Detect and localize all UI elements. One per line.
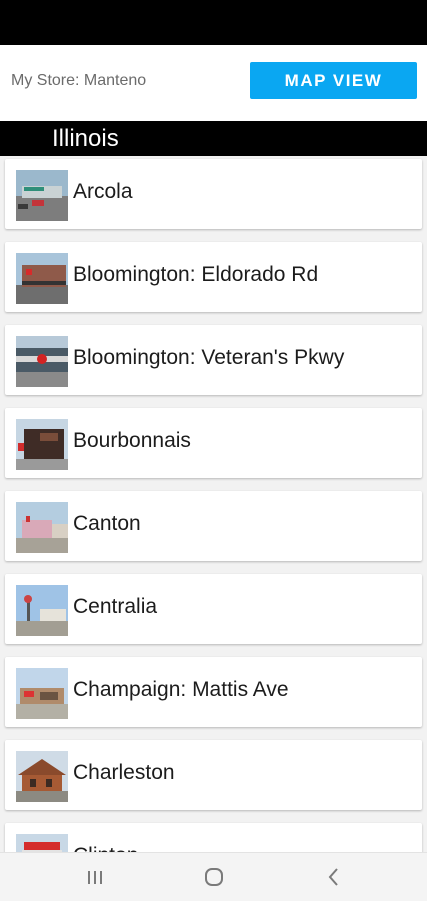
store-thumbnail	[16, 585, 68, 636]
state-title: Illinois	[52, 125, 119, 152]
store-list[interactable]: Arcola Bloomington: Eldorado Rd Blooming…	[0, 156, 427, 852]
store-thumbnail	[16, 668, 68, 719]
store-item[interactable]: Clinton	[5, 823, 422, 852]
store-name: Arcola	[73, 180, 133, 203]
store-thumbnail	[16, 502, 68, 553]
store-thumbnail	[16, 834, 68, 852]
store-item[interactable]: Bourbonnais	[5, 408, 422, 478]
status-bar	[0, 0, 427, 45]
store-name: Bloomington: Eldorado Rd	[73, 263, 319, 286]
system-navigation-bar	[0, 852, 427, 901]
store-name: Bourbonnais	[73, 429, 191, 452]
store-thumbnail	[16, 419, 68, 470]
store-item[interactable]: Arcola	[5, 159, 422, 229]
store-name: Champaign: Mattis Ave	[73, 678, 289, 701]
store-header: My Store: Manteno MAP VIEW	[0, 45, 427, 121]
store-item[interactable]: Charleston	[5, 740, 422, 810]
store-thumbnail	[16, 170, 68, 221]
store-item[interactable]: Canton	[5, 491, 422, 561]
map-view-button[interactable]: MAP VIEW	[250, 62, 417, 99]
state-section-header: Illinois	[0, 121, 427, 156]
store-item[interactable]: Bloomington: Veteran's Pkwy	[5, 325, 422, 395]
recent-apps-icon[interactable]	[83, 866, 107, 888]
store-name: Clinton	[73, 844, 138, 852]
store-item[interactable]: Bloomington: Eldorado Rd	[5, 242, 422, 312]
back-icon[interactable]	[322, 866, 346, 888]
store-name: Canton	[73, 512, 141, 535]
store-item[interactable]: Centralia	[5, 574, 422, 644]
home-icon[interactable]	[202, 866, 226, 888]
store-name: Charleston	[73, 761, 175, 784]
store-item[interactable]: Champaign: Mattis Ave	[5, 657, 422, 727]
store-thumbnail	[16, 336, 68, 387]
store-name: Bloomington: Veteran's Pkwy	[73, 346, 345, 369]
store-thumbnail	[16, 253, 68, 304]
store-name: Centralia	[73, 595, 158, 618]
store-thumbnail	[16, 751, 68, 802]
my-store-label: My Store: Manteno	[11, 72, 147, 89]
